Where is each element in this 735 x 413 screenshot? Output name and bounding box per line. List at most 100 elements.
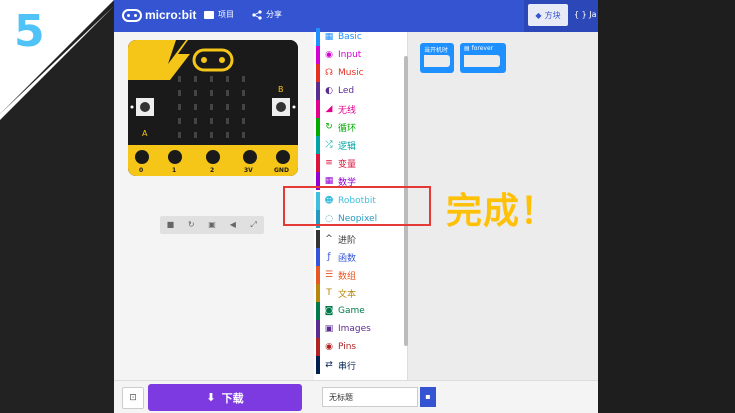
category-label: 函数	[338, 253, 357, 264]
button-b-label: B	[278, 85, 284, 94]
category-label: Led	[338, 86, 355, 96]
highlight-box	[283, 186, 431, 226]
footer-bar: ⊡ ⬇ 下载 ▪	[114, 380, 598, 413]
simulator-toolbar: ■ ↻ ▣ ◀ ⤢	[160, 216, 264, 234]
tab-javascript[interactable]: { } Ja	[574, 10, 597, 19]
download-label: 下载	[221, 391, 244, 405]
share-icon	[252, 9, 262, 20]
toolbox-category-串行[interactable]: ⇄ 串行	[314, 356, 408, 374]
mute-icon[interactable]: ◀	[229, 221, 237, 229]
list-icon: ≡	[325, 158, 333, 168]
toolbox-category-无线[interactable]: ◢ 无线	[314, 100, 408, 118]
image-icon: ▣	[324, 324, 334, 334]
pin-label: 1	[172, 167, 176, 174]
category-label: 无线	[338, 105, 357, 116]
folder-icon	[204, 10, 214, 19]
category-color-bar	[316, 46, 320, 64]
category-color-bar	[316, 230, 320, 248]
toolbox-category-数组[interactable]: ☰ 数组	[314, 266, 408, 284]
toggle-simulator-button[interactable]: ⊡	[122, 387, 144, 409]
on-start-block[interactable]: 当开机时	[420, 43, 454, 73]
category-label: 进阶	[338, 235, 357, 246]
puzzle-icon: ◆	[535, 10, 542, 20]
headphones-icon: ☊	[325, 68, 333, 78]
toolbox-category-文本[interactable]: T 文本	[314, 284, 408, 302]
category-color-bar	[316, 154, 320, 172]
on-start-label: 当开机时	[424, 47, 449, 54]
pin-label: 2	[210, 167, 214, 174]
pin-label: 0	[139, 167, 143, 174]
pin-icon: ◉	[325, 342, 333, 352]
logo-text: micro:bit	[145, 8, 197, 22]
category-color-bar	[316, 302, 320, 320]
save-button[interactable]: ▪	[420, 387, 436, 407]
gamepad-icon: ◙	[324, 306, 334, 316]
toolbox-category-变量[interactable]: ≡ 变量	[314, 154, 408, 172]
toolbox-category-函数[interactable]: ƒ 函数	[314, 248, 408, 266]
fullscreen-icon[interactable]: ⤢	[250, 221, 258, 229]
step-number: 5	[14, 6, 45, 57]
category-color-bar	[316, 320, 320, 338]
toolbox-category-images[interactable]: ▣ Images	[314, 320, 408, 338]
loop-icon: ↻	[325, 122, 333, 132]
microbit-logo[interactable]: micro:bit	[122, 8, 196, 22]
download-button[interactable]: ⬇ 下载	[148, 384, 302, 411]
projects-button[interactable]: 项目	[204, 9, 234, 20]
toolbox-category-led[interactable]: ◐ Led	[314, 82, 408, 100]
toolbox-category-game[interactable]: ◙ Game	[314, 302, 408, 320]
toggle-icon: ◐	[325, 86, 333, 96]
category-label: 逻辑	[338, 141, 357, 152]
text-icon: T	[326, 288, 332, 298]
category-color-bar	[316, 338, 320, 356]
stop-icon[interactable]: ■	[166, 221, 175, 229]
category-label: 变量	[338, 159, 357, 170]
signal-icon: ◢	[325, 104, 333, 114]
share-label: 分享	[266, 10, 282, 19]
list-ol-icon: ☰	[324, 270, 334, 280]
forever-block[interactable]: ▤ forever	[460, 43, 506, 73]
shuffle-icon: ⤮	[325, 140, 333, 150]
category-color-bar	[316, 100, 320, 118]
done-annotation: 完成！	[446, 191, 558, 232]
category-label: Pins	[338, 342, 357, 352]
category-color-bar	[316, 136, 320, 154]
exchange-icon: ⇄	[325, 360, 333, 370]
project-name-input[interactable]	[322, 387, 418, 407]
category-label: Images	[338, 324, 371, 334]
category-label: 文本	[338, 289, 357, 300]
grid-icon: ▦	[324, 32, 334, 42]
toolbox-category-pins[interactable]: ◉ Pins	[314, 338, 408, 356]
category-label: 串行	[338, 361, 357, 372]
pin-label: 3V	[244, 167, 253, 174]
microbit-board[interactable]: A B 0 1 2 3V GND	[128, 40, 298, 176]
circle-dot-icon: ◉	[325, 50, 333, 60]
share-button[interactable]: 分享	[252, 9, 282, 20]
screenshot-icon[interactable]: ▣	[208, 221, 216, 229]
toolbox-category-进阶[interactable]: ^ 进阶	[314, 230, 408, 248]
calculator-icon: ▦	[324, 176, 334, 186]
projects-label: 项目	[218, 10, 234, 19]
chevron-up-icon: ^	[325, 234, 333, 244]
category-label: Game	[338, 306, 365, 316]
microbit-logo-icon	[122, 8, 142, 22]
toolbox-category-逻辑[interactable]: ⤮ 逻辑	[314, 136, 408, 154]
category-color-bar	[316, 266, 320, 284]
category-label: Music	[338, 68, 364, 78]
category-color-bar	[316, 248, 320, 266]
right-dark-panel	[598, 0, 735, 413]
category-label: 循环	[338, 123, 357, 134]
category-color-bar	[316, 284, 320, 302]
category-color-bar	[316, 64, 320, 82]
toolbox-category-music[interactable]: ☊ Music	[314, 64, 408, 82]
forever-label: ▤ forever	[464, 45, 494, 52]
toolbox-category-basic[interactable]: ▦ Basic	[314, 28, 408, 46]
function-icon: ƒ	[327, 252, 331, 262]
tab-blocks-label: 方块	[544, 10, 561, 20]
toolbox-category-input[interactable]: ◉ Input	[314, 46, 408, 64]
tab-blocks[interactable]: ◆ 方块	[528, 4, 568, 26]
restart-icon[interactable]: ↻	[187, 221, 195, 229]
toolbox-category-循环[interactable]: ↻ 循环	[314, 118, 408, 136]
category-color-bar	[316, 82, 320, 100]
category-color-bar	[316, 28, 320, 46]
category-label: Input	[338, 50, 362, 60]
